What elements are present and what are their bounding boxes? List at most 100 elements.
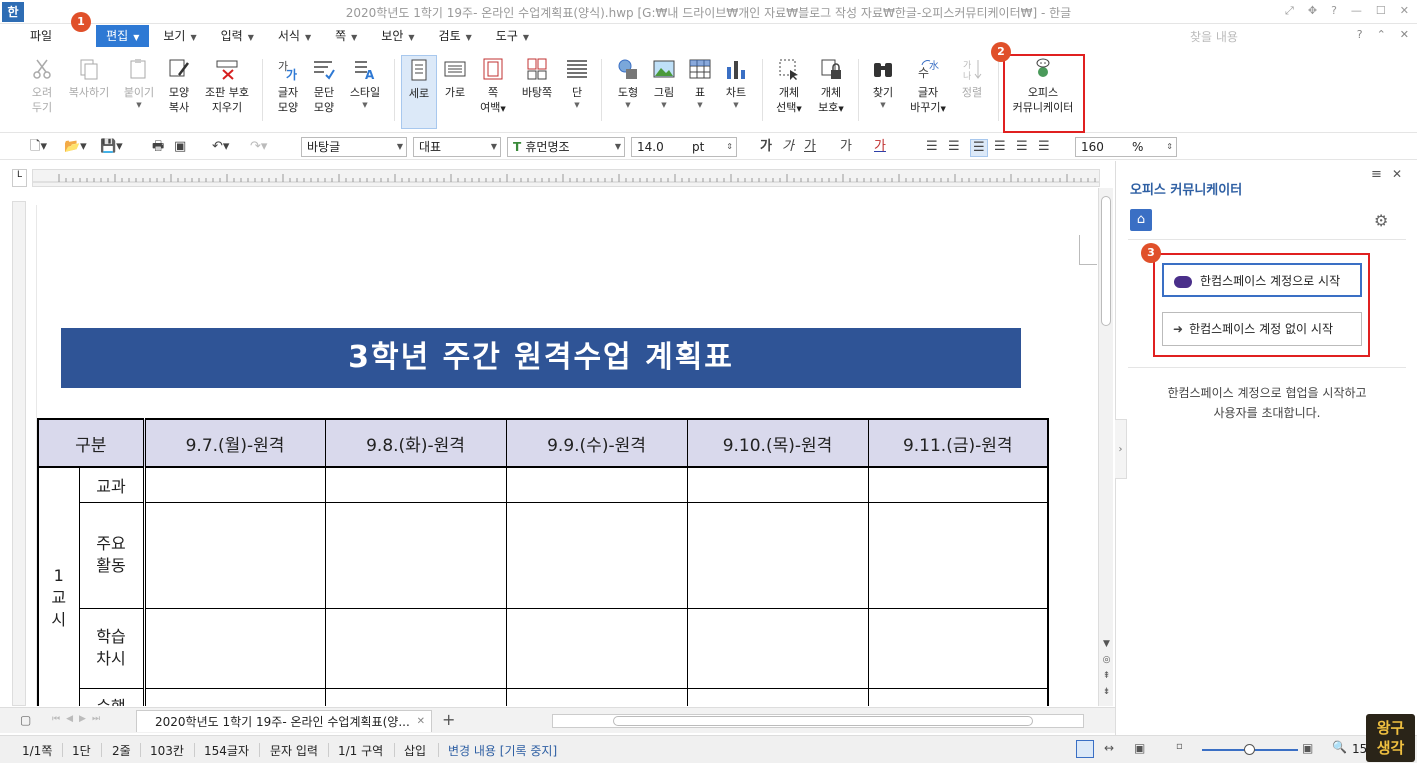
table-cell[interactable] <box>686 466 869 503</box>
table-cell[interactable] <box>324 607 507 689</box>
find-input[interactable]: 찾을 내용 <box>1190 28 1238 45</box>
replace-button[interactable]: 수水 글자 바꾸기▼ <box>908 57 948 117</box>
scroll-down-icon[interactable]: ▼ <box>1100 636 1113 652</box>
zoom-in-icon[interactable]: ▣ <box>1302 741 1313 755</box>
close-doc-icon[interactable]: ✕ <box>1400 28 1409 41</box>
object-protect-button[interactable]: 개체 보호▼ <box>814 57 848 117</box>
undo-icon[interactable]: ↶▾ <box>212 139 229 155</box>
redo-icon[interactable]: ↷▾ <box>250 139 267 155</box>
font-select[interactable]: T 휴먼명조 ▼ <box>507 137 625 157</box>
font-size-input[interactable]: 14.0 pt ⇕ <box>631 137 737 157</box>
table-cell[interactable] <box>505 687 688 706</box>
table-cell[interactable] <box>324 466 507 503</box>
document-title[interactable]: 3학년 주간 원격수업 계획표 <box>61 328 1021 388</box>
collapse-ribbon-icon[interactable]: ⌃ <box>1377 28 1386 41</box>
align-left-icon[interactable]: ☰ <box>948 139 960 155</box>
zoom-input[interactable]: 160% ⇕ <box>1075 137 1177 157</box>
zoom-slider-thumb[interactable] <box>1244 744 1255 755</box>
ruler-corner[interactable]: L <box>12 169 27 187</box>
table-cell[interactable] <box>324 501 507 609</box>
help-icon[interactable]: ? <box>1331 4 1337 18</box>
magnifier-icon[interactable]: 🔍 <box>1332 740 1347 754</box>
table-cell[interactable] <box>686 687 869 706</box>
chart-button[interactable]: 차트 ▼ <box>720 57 752 110</box>
row-label-lesson[interactable]: 학습 차시 <box>78 607 145 689</box>
align-distribute-icon[interactable]: ☰ <box>1016 139 1028 155</box>
bold-button[interactable]: 가 <box>760 139 772 155</box>
menu-page[interactable]: 쪽 ▼ <box>325 25 367 47</box>
status-insert[interactable]: 삽입 <box>404 742 426 759</box>
underline-button[interactable]: 가 <box>804 139 816 155</box>
row-label-performance[interactable]: 수행 <box>78 687 145 706</box>
table-cell[interactable] <box>505 501 688 609</box>
status-input-mode[interactable]: 문자 입력 <box>270 742 318 759</box>
print-icon[interactable]: 🖶 <box>152 139 164 155</box>
view-width-icon[interactable]: ↔ <box>1104 741 1114 755</box>
fullscreen-icon[interactable]: ⤢ <box>1285 4 1294 18</box>
menu-view[interactable]: 보기 ▼ <box>153 25 206 47</box>
find-button[interactable]: 찾기 ▼ <box>866 57 900 110</box>
menu-tools[interactable]: 도구 ▼ <box>486 25 539 47</box>
cut-button[interactable]: 오려 두기 <box>20 57 64 115</box>
table-cell[interactable] <box>505 607 688 689</box>
table-cell[interactable] <box>142 687 326 706</box>
align-divide-icon[interactable]: ☰ <box>1038 139 1050 155</box>
view-full-icon[interactable]: ▣ <box>1134 741 1145 755</box>
horizontal-scrollbar[interactable] <box>552 714 1084 728</box>
table-button[interactable]: 표 ▼ <box>686 57 714 110</box>
font-color-button[interactable]: 가 <box>874 139 886 155</box>
table-cell[interactable] <box>867 466 1049 503</box>
view-page-icon[interactable] <box>1076 740 1094 758</box>
zoom-out-icon[interactable]: ▫ <box>1176 741 1183 752</box>
table-cell[interactable] <box>142 466 326 503</box>
style-select[interactable]: 바탕글 ▼ <box>301 137 407 157</box>
header-day-wed[interactable]: 9.9.(수)-원격 <box>505 418 688 468</box>
format-copy-button[interactable]: 모양 복사 <box>160 57 198 115</box>
table-cell[interactable] <box>142 607 326 689</box>
close-tab-icon[interactable]: ✕ <box>417 711 425 733</box>
strikeout-button[interactable]: 가 <box>840 139 852 155</box>
align-center-icon[interactable]: ☰ <box>970 139 988 157</box>
header-day-mon[interactable]: 9.7.(월)-원격 <box>142 418 326 468</box>
scrollbar-thumb[interactable] <box>613 716 1033 726</box>
menu-icon[interactable]: ≡ <box>1371 167 1382 182</box>
shape-button[interactable]: 도형 ▼ <box>612 57 644 110</box>
page-down-icon[interactable]: ⇟ <box>1100 684 1113 700</box>
menu-format[interactable]: 서식 ▼ <box>268 25 321 47</box>
header-category[interactable]: 구분 <box>37 418 145 468</box>
align-right-icon[interactable]: ☰ <box>994 139 1006 155</box>
close-panel-icon[interactable]: ✕ <box>1392 167 1402 181</box>
vertical-ruler[interactable] <box>12 201 26 706</box>
style-button[interactable]: A 스타일 ▼ <box>344 57 386 110</box>
open-folder-icon[interactable]: 📂▾ <box>64 139 87 155</box>
save-icon[interactable]: 💾▾ <box>100 139 123 155</box>
spinner-icon[interactable]: ⇕ <box>726 138 733 156</box>
paste-button[interactable]: 붙이기 ▼ <box>118 57 160 110</box>
preview-icon[interactable]: ▣ <box>174 139 186 155</box>
tab-list-icon[interactable]: ▢ <box>20 713 31 727</box>
clear-code-button[interactable]: 조판 부호 지우기 <box>200 57 254 115</box>
menu-insert[interactable]: 입력 ▼ <box>211 25 264 47</box>
copy-button[interactable]: 복사하기 <box>64 57 114 100</box>
table-cell[interactable] <box>324 687 507 706</box>
master-page-button[interactable]: 바탕쪽 <box>516 57 558 100</box>
status-track-changes[interactable]: 변경 내용 [기록 중지] <box>448 742 557 759</box>
help-icon[interactable]: ? <box>1357 28 1363 41</box>
table-cell[interactable] <box>867 687 1049 706</box>
home-icon[interactable]: ⌂ <box>1130 209 1152 231</box>
spinner-icon[interactable]: ⇕ <box>1166 138 1173 156</box>
tab-document[interactable]: 2020학년도 1학기 19주- 온라인 수업계획표(양... ✕ <box>136 710 432 732</box>
period-label[interactable]: 1 교 시 <box>37 466 80 706</box>
picture-button[interactable]: 그림 ▼ <box>648 57 680 110</box>
minimize-button[interactable]: — <box>1351 4 1362 18</box>
menu-security[interactable]: 보안 ▼ <box>371 25 424 47</box>
menu-edit[interactable]: 편집 ▼ <box>96 25 150 47</box>
language-select[interactable]: 대표 ▼ <box>413 137 501 157</box>
portrait-button[interactable]: 세로 <box>401 55 437 129</box>
italic-button[interactable]: 가 <box>782 139 794 155</box>
scrollbar-thumb[interactable] <box>1101 196 1111 326</box>
table-cell[interactable] <box>867 607 1049 689</box>
table-cell[interactable] <box>505 466 688 503</box>
table-cell[interactable] <box>867 501 1049 609</box>
sort-button[interactable]: 가나 정렬 <box>954 57 990 100</box>
